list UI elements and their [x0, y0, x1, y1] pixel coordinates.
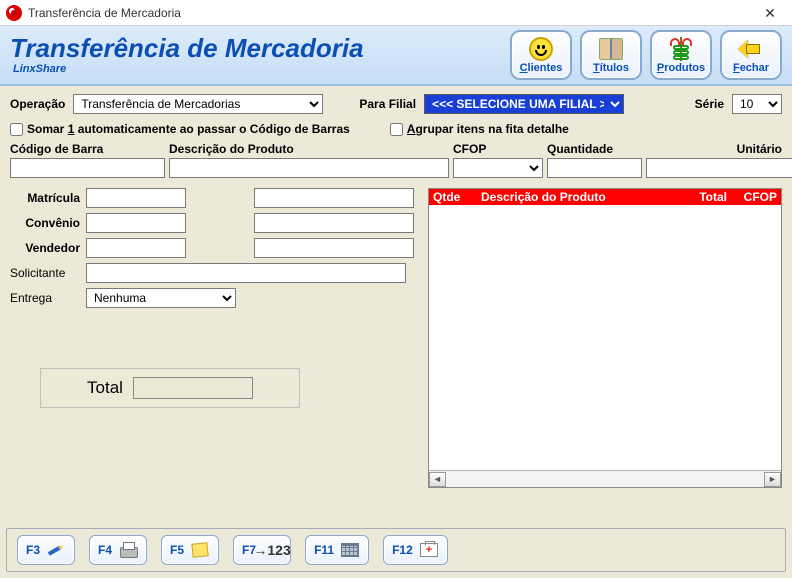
- list-col-total: Total: [672, 190, 727, 204]
- note-icon: [190, 541, 210, 559]
- agrupar-checkbox-wrapper[interactable]: Agrupar itens na fita detalhe: [390, 122, 569, 136]
- f5-button[interactable]: F5: [161, 535, 219, 565]
- smiley-icon: [528, 37, 554, 61]
- somar1-checkbox[interactable]: [10, 123, 23, 136]
- cfop-select[interactable]: [453, 158, 543, 178]
- fechar-label: echar: [740, 62, 769, 74]
- list-body[interactable]: [429, 205, 781, 470]
- arrow-123-icon: →123: [262, 541, 282, 559]
- clientes-label: lientes: [528, 62, 563, 74]
- total-input[interactable]: [133, 377, 253, 399]
- scroll-right-icon[interactable]: ►: [764, 472, 781, 487]
- f3-button[interactable]: F3: [17, 535, 75, 565]
- f3-label: F3: [26, 543, 40, 557]
- close-icon[interactable]: ✕: [752, 3, 788, 23]
- vendedor-input[interactable]: [86, 238, 186, 258]
- printer-icon: [118, 541, 138, 559]
- convenio-label: Convênio: [10, 216, 82, 230]
- codigo-input[interactable]: [10, 158, 165, 178]
- matricula-aux-input[interactable]: [254, 188, 414, 208]
- col-descricao: Descrição do Produto: [169, 142, 449, 156]
- total-box: Total: [40, 368, 300, 408]
- matricula-label: Matrícula: [10, 191, 82, 205]
- produtos-label: rodutos: [664, 62, 705, 74]
- list-scrollbar[interactable]: ◄ ►: [429, 470, 781, 487]
- list-col-cfop: CFOP: [727, 190, 777, 204]
- app-icon: [6, 5, 22, 21]
- book-icon: [598, 37, 624, 61]
- f11-label: F11: [314, 543, 334, 557]
- convenio-aux-input[interactable]: [254, 213, 414, 233]
- somar1-checkbox-wrapper[interactable]: Somar 1 automaticamente ao passar o Códi…: [10, 122, 350, 136]
- scroll-left-icon[interactable]: ◄: [429, 472, 446, 487]
- titulos-button[interactable]: Títulos: [580, 30, 642, 80]
- medkit-icon: [419, 541, 439, 559]
- page-title: Transferência de Mercadoria: [10, 35, 510, 61]
- vendedor-aux-input[interactable]: [254, 238, 414, 258]
- window-title: Transferência de Mercadoria: [28, 6, 752, 20]
- vendedor-label: Vendedor: [10, 241, 82, 255]
- convenio-input[interactable]: [86, 213, 186, 233]
- quantidade-input[interactable]: [547, 158, 642, 178]
- f4-button[interactable]: F4: [89, 535, 147, 565]
- f5-label: F5: [170, 543, 184, 557]
- serie-label: Série: [695, 97, 724, 111]
- total-label: Total: [87, 378, 123, 398]
- titulos-label: ítulos: [600, 62, 629, 74]
- page-subtitle: LinxShare: [13, 63, 510, 75]
- scroll-track[interactable]: [446, 472, 764, 487]
- f12-label: F12: [392, 543, 413, 557]
- clientes-button[interactable]: Clientes: [510, 30, 572, 80]
- f11-button[interactable]: F11: [305, 535, 369, 565]
- solicitante-input[interactable]: [86, 263, 406, 283]
- agrupar-checkbox[interactable]: [390, 123, 403, 136]
- solicitante-label: Solicitante: [10, 266, 82, 280]
- serie-select[interactable]: 10: [732, 94, 782, 114]
- items-list: Qtde Descrição do Produto Total CFOP ◄ ►: [428, 188, 782, 488]
- arrow-left-icon: [738, 37, 764, 61]
- unitario-input[interactable]: [646, 158, 792, 178]
- list-col-qtde: Qtde: [433, 190, 481, 204]
- pencil-icon: [46, 541, 66, 559]
- f12-button[interactable]: F12: [383, 535, 448, 565]
- col-quantidade: Quantidade: [547, 142, 642, 156]
- list-col-descricao: Descrição do Produto: [481, 190, 672, 204]
- fechar-button[interactable]: Fechar: [720, 30, 782, 80]
- para-filial-select[interactable]: <<< SELECIONE UMA FILIAL >>>: [424, 94, 624, 114]
- operacao-select[interactable]: Transferência de Mercadorias: [73, 94, 323, 114]
- col-cfop: CFOP: [453, 142, 543, 156]
- f4-label: F4: [98, 543, 112, 557]
- col-unitario: Unitário: [646, 142, 782, 156]
- operacao-label: Operação: [10, 97, 65, 111]
- produtos-button[interactable]: Produtos: [650, 30, 712, 80]
- para-filial-label: Para Filial: [359, 97, 416, 111]
- descricao-input[interactable]: [169, 158, 449, 178]
- col-codigo: Código de Barra: [10, 142, 165, 156]
- entrega-select[interactable]: Nenhuma: [86, 288, 236, 308]
- matricula-input[interactable]: [86, 188, 186, 208]
- entrega-label: Entrega: [10, 291, 82, 305]
- calendar-icon: [340, 541, 360, 559]
- caduceus-icon: [668, 37, 694, 61]
- f7-button[interactable]: F7 →123: [233, 535, 291, 565]
